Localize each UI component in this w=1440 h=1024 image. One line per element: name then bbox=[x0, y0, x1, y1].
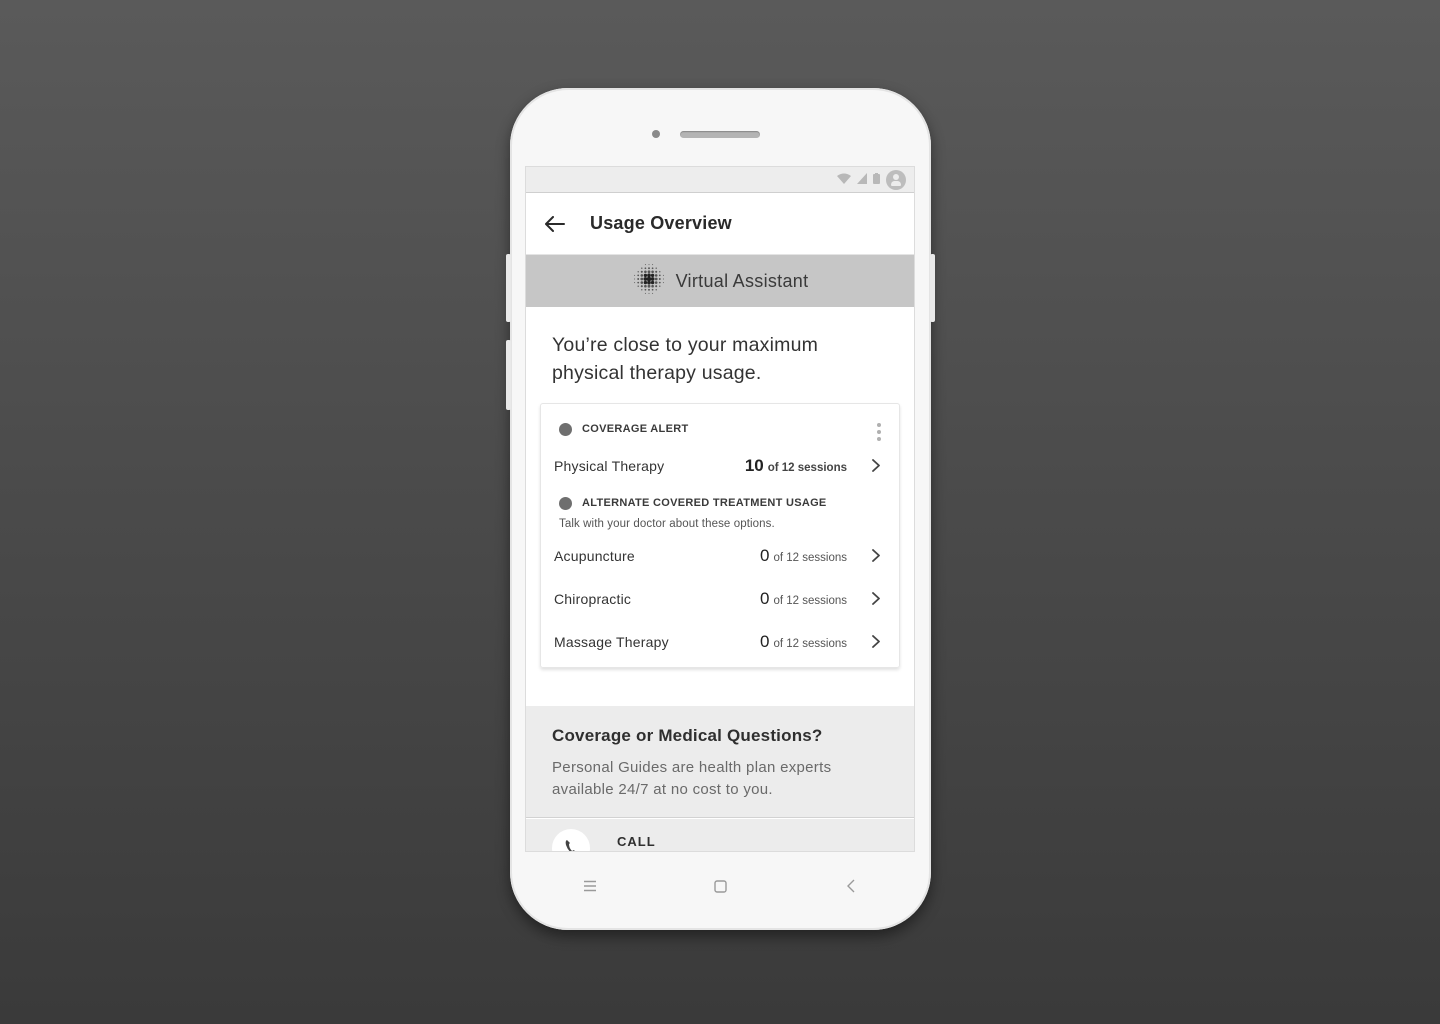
alternate-usage-note: Talk with your doctor about these option… bbox=[559, 518, 775, 530]
virtual-assistant-bar[interactable]: Virtual Assistant bbox=[526, 255, 914, 307]
wifi-icon bbox=[837, 173, 851, 186]
coverage-alert-title: COVERAGE ALERT bbox=[582, 423, 689, 435]
session-number: 0 bbox=[760, 545, 770, 565]
status-bar bbox=[526, 167, 914, 193]
chevron-right-icon bbox=[871, 459, 881, 473]
phone-icon bbox=[552, 829, 590, 851]
home-square-icon[interactable] bbox=[700, 866, 740, 906]
session-count: 0 of 12 sessions bbox=[729, 546, 847, 566]
dotted-orb-icon bbox=[632, 262, 666, 301]
kebab-menu-icon[interactable] bbox=[877, 423, 881, 441]
help-subtitle: Personal Guides are health plan experts … bbox=[552, 759, 832, 798]
chevron-right-icon bbox=[871, 635, 881, 649]
signal-icon bbox=[857, 173, 867, 186]
list-item-physical-therapy[interactable]: Physical Therapy 10 of 12 sessions bbox=[541, 444, 899, 487]
session-count: 0 of 12 sessions bbox=[729, 589, 847, 609]
call-label: CALL bbox=[617, 834, 656, 849]
android-nav-bar bbox=[525, 852, 915, 920]
list-item-acupuncture[interactable]: Acupuncture 0 of 12 sessions bbox=[541, 534, 899, 577]
power-button bbox=[930, 254, 935, 322]
session-number: 0 bbox=[760, 631, 770, 651]
virtual-assistant-label: Virtual Assistant bbox=[675, 270, 809, 291]
session-number: 0 bbox=[760, 588, 770, 608]
session-suffix: of 12 sessions bbox=[773, 637, 847, 650]
list-item-massage-therapy[interactable]: Massage Therapy 0 of 12 sessions bbox=[541, 620, 899, 663]
chevron-right-icon bbox=[871, 549, 881, 563]
usage-headline: You’re close to your maximum physical th… bbox=[552, 334, 819, 384]
account-avatar-icon[interactable] bbox=[886, 169, 906, 190]
phone-frame: Usage Overview Virtual Assistant You’re … bbox=[506, 88, 935, 930]
session-count: 10 of 12 sessions bbox=[729, 456, 847, 476]
alternate-usage-title: ALTERNATE COVERED TREATMENT USAGE bbox=[582, 497, 827, 509]
coverage-card: COVERAGE ALERT Physical Therapy 10 of 12… bbox=[540, 403, 900, 668]
page-title: Usage Overview bbox=[590, 213, 732, 233]
app-bar: Usage Overview bbox=[526, 193, 914, 255]
row-label: Acupuncture bbox=[554, 547, 635, 564]
list-item-chiropractic[interactable]: Chiropractic 0 of 12 sessions bbox=[541, 577, 899, 620]
battery-icon bbox=[873, 173, 880, 186]
phone-screen: Usage Overview Virtual Assistant You’re … bbox=[525, 166, 915, 852]
session-suffix: of 12 sessions bbox=[767, 461, 847, 474]
back-chevron-icon[interactable] bbox=[830, 866, 870, 906]
row-label: Chiropractic bbox=[554, 590, 632, 607]
row-label: Massage Therapy bbox=[554, 633, 669, 650]
alert-dot-icon bbox=[559, 496, 572, 510]
session-number: 10 bbox=[744, 455, 764, 475]
alert-dot-icon bbox=[559, 422, 572, 436]
help-section: Coverage or Medical Questions? Personal … bbox=[526, 706, 914, 818]
alternate-usage-header: ALTERNATE COVERED TREATMENT USAGE bbox=[541, 490, 899, 516]
coverage-alert-header: COVERAGE ALERT bbox=[541, 416, 899, 442]
chevron-right-icon bbox=[871, 592, 881, 606]
session-suffix: of 12 sessions bbox=[773, 551, 847, 564]
front-camera bbox=[652, 130, 660, 138]
call-row[interactable]: CALL bbox=[526, 819, 914, 851]
volume-down-button bbox=[506, 340, 511, 410]
session-count: 0 of 12 sessions bbox=[729, 632, 847, 652]
row-label: Physical Therapy bbox=[554, 457, 665, 474]
volume-up-button bbox=[506, 254, 511, 322]
earpiece-speaker bbox=[680, 131, 760, 138]
menu-icon[interactable] bbox=[570, 866, 610, 906]
help-title: Coverage or Medical Questions? bbox=[552, 726, 823, 745]
arrow-left-icon[interactable] bbox=[544, 213, 566, 235]
session-suffix: of 12 sessions bbox=[773, 594, 847, 607]
